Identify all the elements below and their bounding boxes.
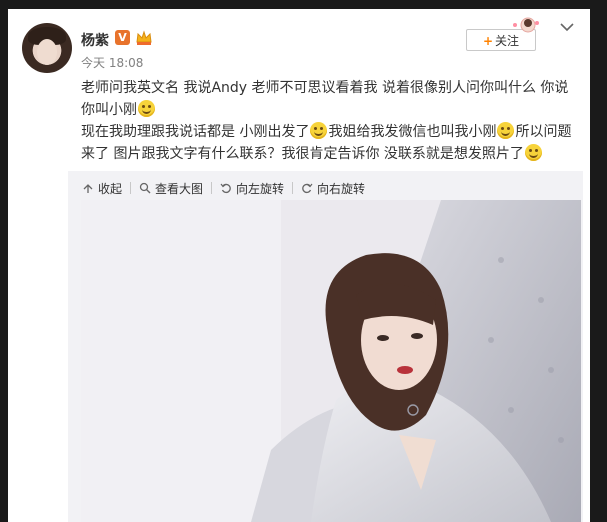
crown-icon[interactable] [135, 29, 153, 46]
rotate-left-label: 向左旋转 [236, 181, 285, 196]
post-text-segment: 现在我助理跟我说话都是 小刚出发了 [81, 124, 310, 140]
rotate-left-icon [220, 183, 231, 194]
view-large-button[interactable]: 查看大图 [139, 180, 203, 197]
toolbar-divider [130, 182, 132, 194]
rotate-right-label: 向右旋转 [317, 181, 366, 196]
follow-label: 关注 [495, 34, 520, 48]
smile-emoji-icon [310, 122, 328, 139]
magnifier-icon [139, 182, 151, 194]
rotate-right-button[interactable]: 向右旋转 [301, 180, 365, 197]
post-text-segment: 老师问我英文名 我说Andy 老师不可思议看着我 说着很像别人问你叫什么 你说你… [81, 80, 569, 118]
weibo-post-card: 杨紫 V 今天 18:08 + 关注 老师问我英文名 我说Andy 老师不可思议看… [8, 9, 590, 522]
post-text: 老师问我英文名 我说Andy 老师不可思议看着我 说着很像别人问你叫什么 你说你… [81, 77, 581, 165]
post-photo[interactable] [81, 200, 581, 522]
photo-illustration [81, 200, 581, 522]
verified-badge-icon[interactable]: V [115, 30, 130, 45]
smile-emoji-icon [138, 100, 155, 117]
chevron-down-icon[interactable] [559, 22, 575, 32]
follow-area: + 关注 [466, 17, 539, 51]
plus-icon: + [482, 34, 494, 48]
media-toolbar: 收起 查看大图 向左旋转 向右旋转 [82, 179, 365, 197]
rotate-right-icon [302, 183, 313, 194]
smile-emoji-icon [524, 144, 542, 161]
collapse-label: 收起 [98, 181, 123, 196]
post-paragraph-1: 老师问我英文名 我说Andy 老师不可思议看着我 说着很像别人问你叫什么 你说你… [81, 77, 581, 121]
smile-emoji-icon [497, 122, 515, 139]
decorative-sticker-icon [513, 17, 539, 33]
avatar-face [37, 39, 57, 65]
post-paragraph-2: 现在我助理跟我说话都是 小刚出发了 我姐给我发微信也叫我小刚 所以问题来了 图片跟我… [81, 121, 581, 165]
post-timestamp[interactable]: 今天 18:08 [81, 54, 143, 71]
username[interactable]: 杨紫 [81, 30, 109, 50]
collapse-button[interactable]: 收起 [82, 180, 122, 197]
collapse-icon [83, 184, 93, 193]
avatar[interactable] [22, 23, 72, 73]
toolbar-divider [292, 182, 294, 194]
toolbar-divider [211, 182, 213, 194]
rotate-left-button[interactable]: 向左旋转 [220, 180, 284, 197]
post-text-segment: 我姐给我发微信也叫我小刚 [328, 124, 497, 140]
view-large-label: 查看大图 [155, 181, 204, 196]
